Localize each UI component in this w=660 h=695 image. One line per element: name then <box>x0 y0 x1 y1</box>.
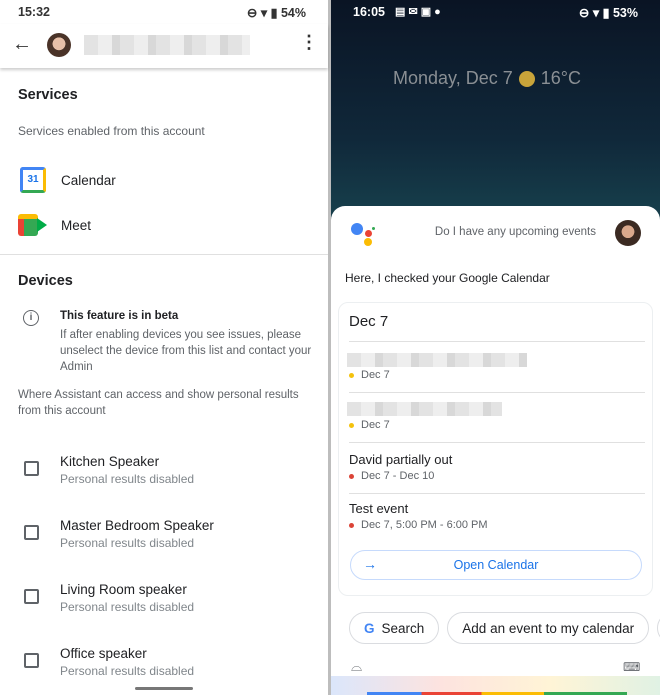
avatar[interactable] <box>47 33 71 57</box>
device-name: Master Bedroom Speaker <box>60 518 214 533</box>
more-options-icon[interactable]: ⋮ <box>300 32 318 53</box>
divider <box>349 493 645 494</box>
divider <box>0 254 328 255</box>
event-time: Dec 7, 5:00 PM - 6:00 PM <box>349 519 488 531</box>
event-title: Test event <box>349 501 409 516</box>
info-icon: i <box>23 310 39 326</box>
status-battery: ⊖ ▾ ▮ 54% <box>246 6 306 20</box>
service-calendar[interactable]: Calendar <box>61 173 116 188</box>
open-calendar-button[interactable]: → Open Calendar <box>350 550 642 580</box>
at-a-glance[interactable]: Monday, Dec 7 16°C <box>393 68 581 89</box>
event-time: Dec 7 <box>349 419 390 431</box>
notification-icons: ▤ ✉ ▣ ● <box>395 6 441 18</box>
app-bar: ← ⋮ <box>0 24 328 68</box>
services-heading: Services <box>18 87 78 103</box>
beta-description: If after enabling devices you see issues… <box>60 329 312 373</box>
avatar[interactable] <box>615 220 641 246</box>
beta-title: This feature is in beta <box>60 310 179 322</box>
status-time: 15:32 <box>18 5 50 19</box>
device-status: Personal results disabled <box>60 536 195 550</box>
status-battery: ⊖ ▾ ▮ 53% <box>578 6 638 20</box>
sun-icon <box>518 70 535 87</box>
lens-snapshot-icon[interactable]: ⌓ <box>351 658 362 675</box>
divider <box>349 442 645 443</box>
device-status: Personal results disabled <box>60 664 195 678</box>
event-color-dot <box>349 522 354 528</box>
suggestion-chips: GSearch Add an event to my calendar W <box>349 612 660 644</box>
assistant-sheet: Do I have any upcoming events Here, I ch… <box>331 206 660 695</box>
user-query: Do I have any upcoming events <box>434 226 596 238</box>
device-name: Kitchen Speaker <box>60 454 160 469</box>
event-color-dot <box>349 473 354 479</box>
device-name: Office speaker <box>60 646 147 661</box>
checkbox-office-speaker[interactable] <box>24 653 39 668</box>
checkbox-living-room-speaker[interactable] <box>24 589 39 604</box>
divider <box>349 341 645 342</box>
back-arrow-icon[interactable]: ← <box>12 33 32 56</box>
calendar-icon: 31 <box>20 167 46 193</box>
device-status: Personal results disabled <box>60 472 195 486</box>
event-time: Dec 7 <box>349 369 390 381</box>
assistant-response: Here, I checked your Google Calendar <box>345 271 550 285</box>
meet-icon <box>18 214 47 236</box>
services-subtitle: Services enabled from this account <box>18 124 205 138</box>
checkbox-kitchen-speaker[interactable] <box>24 461 39 476</box>
event-title: David partially out <box>349 452 453 467</box>
chip-search[interactable]: G Search <box>349 612 440 644</box>
chip-add-event[interactable]: Add an event to my calendar <box>447 612 650 644</box>
assistant-logo-icon <box>351 222 375 246</box>
checkbox-master-bedroom-speaker[interactable] <box>24 525 39 540</box>
event-title-redacted <box>347 353 527 367</box>
keyboard-icon[interactable]: ⌨ <box>623 660 640 674</box>
account-settings-screen: 15:32 ⊖ ▾ ▮ 54% ← ⋮ Services Services en… <box>0 0 328 695</box>
calendar-card[interactable]: Dec 7 Dec 7 Dec 7 David partially out De… <box>338 302 653 596</box>
assistant-screen: 16:05 ▤ ✉ ▣ ● ⊖ ▾ ▮ 53% Monday, Dec 7 16°… <box>331 0 660 695</box>
google-g-icon: G <box>364 620 375 636</box>
device-name: Living Room speaker <box>60 582 187 597</box>
devices-note: Where Assistant can access and show pers… <box>18 389 299 417</box>
service-meet[interactable]: Meet <box>61 218 91 233</box>
account-name-redacted <box>84 35 250 55</box>
status-time: 16:05 <box>353 5 385 19</box>
event-color-dot <box>349 372 354 378</box>
event-title-redacted <box>347 402 502 416</box>
card-date: Dec 7 <box>349 313 389 330</box>
gesture-handle[interactable] <box>135 687 193 690</box>
event-time: Dec 7 - Dec 10 <box>349 470 434 482</box>
divider <box>349 392 645 393</box>
devices-heading: Devices <box>18 273 73 289</box>
event-color-dot <box>349 422 354 428</box>
device-status: Personal results disabled <box>60 600 195 614</box>
